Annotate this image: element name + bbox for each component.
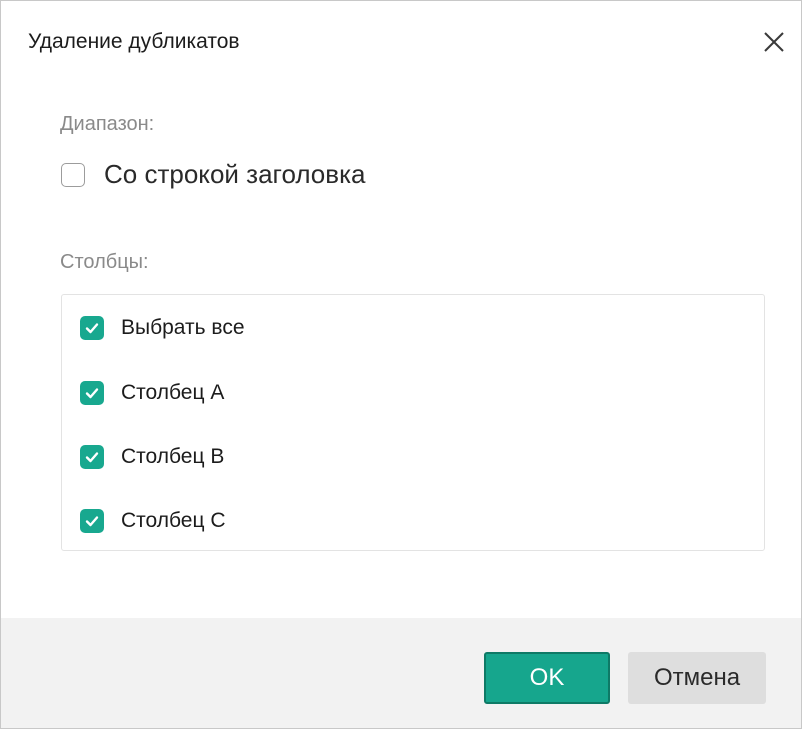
list-item-label: Столбец C — [121, 509, 226, 532]
cancel-button[interactable]: Отмена — [628, 652, 766, 704]
checkbox-checked-icon[interactable] — [80, 316, 104, 340]
columns-list: Выбрать все Столбец A Столбец B Столбец … — [61, 294, 765, 551]
header-row-checkbox[interactable]: Со строкой заголовка — [61, 159, 366, 190]
column-c-checkbox[interactable]: Столбец C — [80, 509, 226, 533]
checkbox-checked-icon[interactable] — [80, 509, 104, 533]
columns-label: Столбцы: — [60, 251, 149, 273]
list-item-label: Выбрать все — [121, 316, 245, 339]
header-row-checkbox-label: Со строкой заголовка — [104, 159, 366, 189]
list-item-label: Столбец A — [121, 381, 225, 404]
close-icon — [764, 32, 784, 52]
ok-button[interactable]: OK — [484, 652, 610, 704]
select-all-checkbox[interactable]: Выбрать все — [80, 316, 245, 340]
dialog-title: Удаление дубликатов — [28, 30, 240, 53]
column-b-checkbox[interactable]: Столбец B — [80, 445, 224, 469]
dialog-title-bar: Удаление дубликатов — [1, 1, 801, 87]
checkbox-checked-icon[interactable] — [80, 381, 104, 405]
close-button[interactable] — [757, 25, 791, 59]
checkbox-checked-icon[interactable] — [80, 445, 104, 469]
remove-duplicates-dialog: Удаление дубликатов Диапазон: Со строкой… — [0, 0, 802, 729]
dialog-footer: OK Отмена — [1, 618, 801, 728]
list-item-label: Столбец B — [121, 445, 225, 468]
header-row-checkbox-box[interactable] — [61, 162, 85, 187]
column-a-checkbox[interactable]: Столбец A — [80, 381, 224, 405]
range-label: Диапазон: — [60, 113, 155, 135]
